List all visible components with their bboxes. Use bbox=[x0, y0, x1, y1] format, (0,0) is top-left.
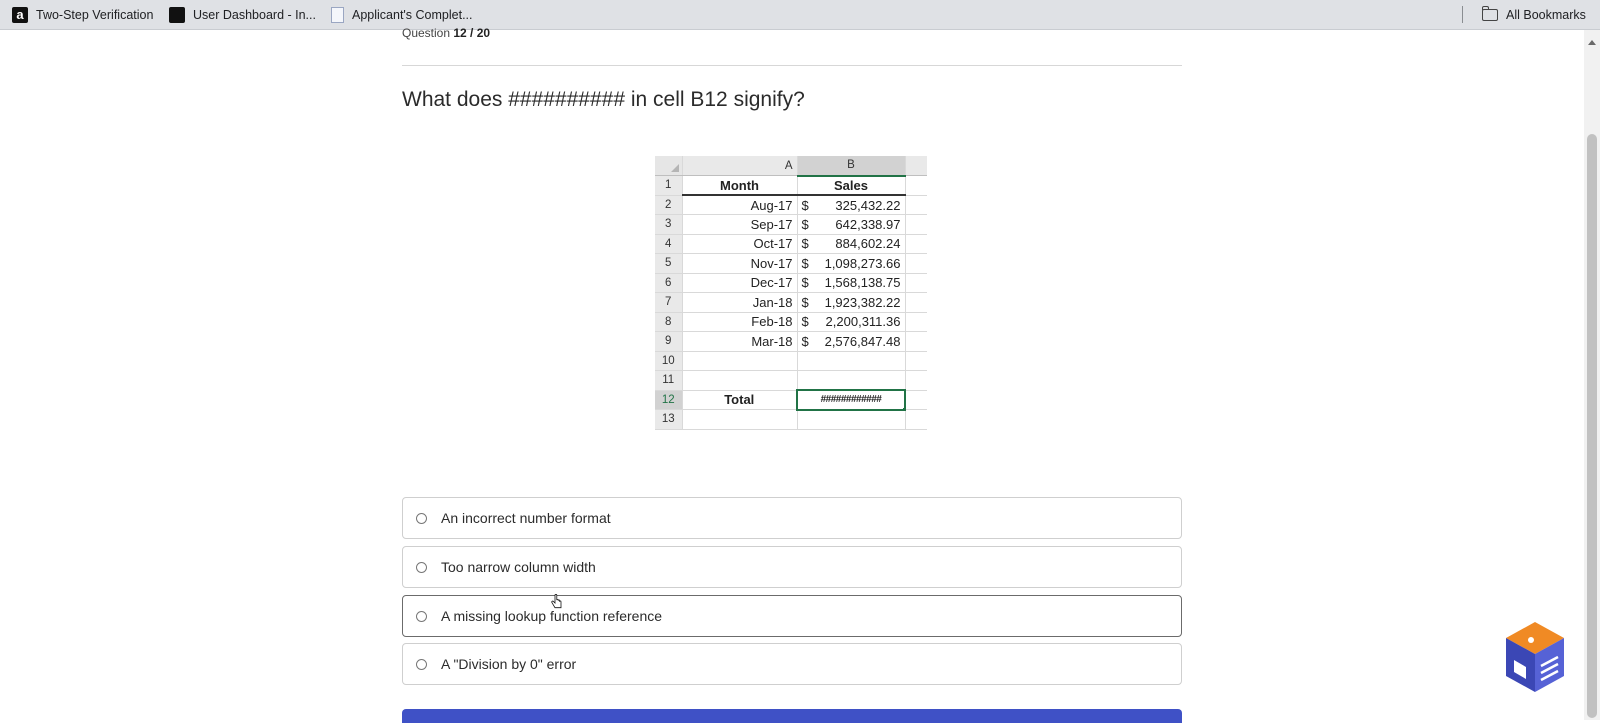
question-counter: Question 12 / 20 bbox=[402, 26, 490, 40]
cell-sales-header: Sales bbox=[797, 175, 906, 196]
cell-month: Aug-17 bbox=[682, 195, 798, 215]
all-bookmarks-button[interactable]: All Bookmarks bbox=[1481, 6, 1586, 24]
bookmark-two-step-verification[interactable]: a Two-Step Verification bbox=[12, 6, 153, 24]
table-row: 10 bbox=[655, 351, 927, 371]
table-row: 11 bbox=[655, 370, 927, 391]
answer-option-label: A missing lookup function reference bbox=[441, 608, 663, 624]
cell-month-header: Month bbox=[682, 175, 798, 196]
cell-sales: $1,568,138.75 bbox=[797, 273, 906, 293]
bookmark-applicants-complete[interactable]: Applicant's Complet... bbox=[331, 6, 473, 24]
question-counter-value: 12 / 20 bbox=[453, 26, 491, 40]
bookmark-label: User Dashboard - In... bbox=[193, 8, 316, 22]
bookmarks-separator bbox=[1462, 6, 1463, 23]
row-header: 6 bbox=[655, 273, 683, 293]
folder-icon bbox=[1481, 6, 1498, 21]
cell-month: Feb-18 bbox=[682, 312, 798, 332]
answer-option-4[interactable]: A "Division by 0" error bbox=[402, 643, 1182, 685]
table-row: 5 Nov-17 $1,098,273.66 bbox=[655, 253, 927, 274]
row-header: 5 bbox=[655, 253, 683, 274]
cell-sales: $2,200,311.36 bbox=[797, 312, 906, 332]
answer-option-3[interactable]: A missing lookup function reference bbox=[402, 595, 1182, 637]
table-row: 13 bbox=[655, 409, 927, 430]
row-header: 2 bbox=[655, 195, 683, 215]
column-header-c bbox=[905, 156, 927, 176]
bookmark-label: Two-Step Verification bbox=[36, 8, 154, 22]
select-all-corner bbox=[655, 156, 683, 176]
bookmarks-bar: a Two-Step Verification User Dashboard -… bbox=[0, 0, 1600, 30]
row-header: 4 bbox=[655, 234, 683, 254]
row-header: 7 bbox=[655, 292, 683, 313]
bookmark-user-dashboard[interactable]: User Dashboard - In... bbox=[169, 6, 316, 24]
answer-option-1[interactable]: An incorrect number format bbox=[402, 497, 1182, 539]
cell-month: Oct-17 bbox=[682, 234, 798, 254]
cell-sales: $884,602.24 bbox=[797, 234, 906, 254]
hand-cursor-icon bbox=[551, 594, 562, 609]
cell-month: Sep-17 bbox=[682, 214, 798, 235]
column-header-b: B bbox=[797, 156, 906, 177]
bookmark-label: Applicant's Complet... bbox=[352, 8, 473, 22]
scroll-thumb[interactable] bbox=[1587, 134, 1597, 718]
spreadsheet-image: A B 1 Month Sales 2 Aug-17 $325,432.22 3… bbox=[655, 156, 927, 458]
radio-button[interactable] bbox=[416, 512, 427, 524]
row-header: 12 bbox=[655, 390, 683, 410]
row-header: 9 bbox=[655, 331, 683, 352]
document-icon bbox=[331, 7, 344, 23]
cell-total-label: Total bbox=[682, 389, 798, 410]
cell-sales: $1,923,382.22 bbox=[797, 292, 906, 313]
answer-option-2[interactable]: Too narrow column width bbox=[402, 546, 1182, 588]
cell-month: Nov-17 bbox=[682, 253, 798, 274]
answer-option-label: A "Division by 0" error bbox=[441, 656, 577, 672]
answer-option-label: Too narrow column width bbox=[441, 559, 596, 575]
table-row: 4 Oct-17 $884,602.24 bbox=[655, 234, 927, 254]
cell-month: Mar-18 bbox=[682, 331, 798, 352]
cell-sales: $325,432.22 bbox=[797, 195, 906, 215]
table-row: 6 Dec-17 $1,568,138.75 bbox=[655, 273, 927, 293]
table-row: 8 Feb-18 $2,200,311.36 bbox=[655, 312, 927, 332]
table-row: 2 Aug-17 $325,432.22 bbox=[655, 195, 927, 215]
answer-option-label: An incorrect number format bbox=[441, 510, 611, 526]
row-header: 10 bbox=[655, 351, 683, 371]
cell-sales: $1,098,273.66 bbox=[797, 253, 906, 274]
cell-total-value: ############ bbox=[796, 389, 906, 411]
column-header-a: A bbox=[682, 156, 798, 176]
brand-logo-icon bbox=[1506, 622, 1564, 692]
row-header: 11 bbox=[655, 370, 683, 391]
table-row: 9 Mar-18 $2,576,847.48 bbox=[655, 331, 927, 352]
scrollbar[interactable] bbox=[1584, 30, 1600, 720]
row-header: 8 bbox=[655, 312, 683, 332]
all-bookmarks-label: All Bookmarks bbox=[1506, 8, 1586, 22]
radio-button[interactable] bbox=[416, 658, 427, 670]
table-row: 3 Sep-17 $642,338.97 bbox=[655, 214, 927, 235]
divider bbox=[402, 65, 1182, 66]
scroll-up-arrow-icon[interactable] bbox=[1588, 40, 1596, 45]
table-row: 7 Jan-18 $1,923,382.22 bbox=[655, 292, 927, 313]
submit-button[interactable] bbox=[402, 709, 1182, 723]
row-header: 1 bbox=[655, 175, 683, 196]
amazon-icon: a bbox=[12, 7, 28, 23]
row-header: 3 bbox=[655, 214, 683, 235]
radio-button[interactable] bbox=[416, 610, 427, 622]
cell-month: Dec-17 bbox=[682, 273, 798, 293]
row-header: 13 bbox=[655, 409, 683, 430]
cell-sales: $642,338.97 bbox=[797, 214, 906, 235]
cell-month: Jan-18 bbox=[682, 292, 798, 313]
radio-button[interactable] bbox=[416, 561, 427, 573]
question-counter-label: Question bbox=[402, 26, 451, 40]
dashboard-icon bbox=[169, 7, 185, 23]
question-text: What does ########## in cell B12 signify… bbox=[402, 88, 805, 111]
cell-sales: $2,576,847.48 bbox=[797, 331, 906, 352]
table-row-total: 12 Total ############ bbox=[655, 389, 927, 411]
